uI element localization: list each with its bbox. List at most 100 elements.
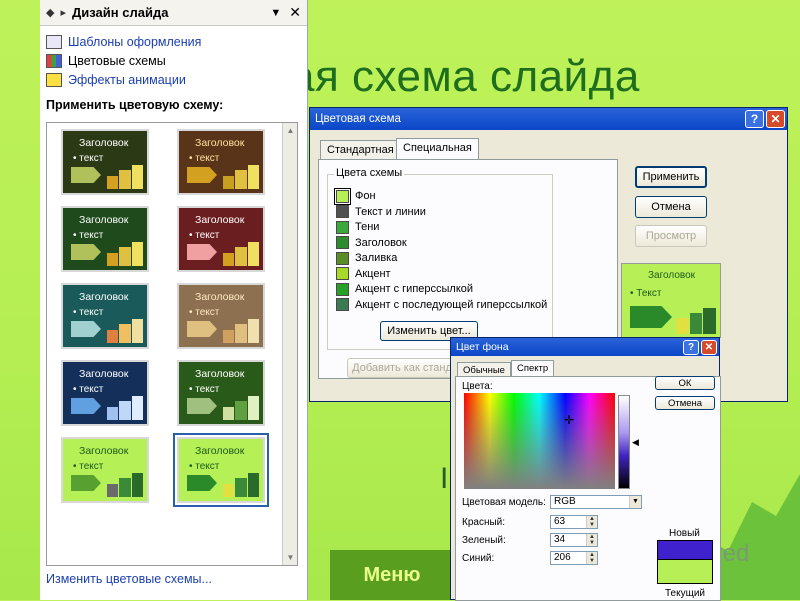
- edit-color-schemes-link[interactable]: Изменить цветовые схемы...: [46, 572, 212, 586]
- scheme-color-label: Акцент: [355, 267, 391, 280]
- menu-button[interactable]: Меню: [330, 550, 454, 600]
- scheme-color-item[interactable]: Текст и линии: [336, 205, 426, 219]
- scheme-color-item[interactable]: Заливка: [336, 251, 397, 265]
- dialog-titlebar: Цветовая схема ? ✕: [310, 108, 787, 130]
- taskpane-title: Дизайн слайда: [72, 5, 169, 20]
- spinner-icon[interactable]: ▲ ▼: [586, 516, 597, 528]
- swatch-heading: Заголовок: [79, 291, 129, 303]
- scrollbar[interactable]: ▲ ▼: [282, 123, 297, 565]
- color-scheme-swatch[interactable]: Заголовок • текст: [61, 206, 149, 272]
- swatch-bar: [235, 169, 247, 189]
- swatch-bar: [223, 483, 235, 497]
- blue-value: 206: [554, 552, 571, 563]
- scheme-color-item[interactable]: Фон: [334, 187, 376, 205]
- color-scheme-swatch[interactable]: Заголовок • текст: [61, 437, 149, 503]
- slide-text-fragment: I: [440, 462, 449, 495]
- scheme-preview: Заголовок • Текст: [621, 263, 721, 338]
- swatch-bar-chart: [223, 396, 259, 420]
- swatch-bar: [223, 406, 235, 420]
- close-icon[interactable]: ✕: [766, 110, 785, 128]
- blue-input[interactable]: 206 ▲ ▼: [550, 551, 598, 565]
- swatch-bar: [119, 477, 131, 497]
- swatch-text: • текст: [189, 384, 220, 395]
- luminance-slider[interactable]: [618, 395, 630, 489]
- tab-custom[interactable]: Специальная: [396, 138, 479, 160]
- link-animation-effects[interactable]: Эффекты анимации: [46, 70, 301, 89]
- swatch-bar-chart: [107, 473, 143, 497]
- preview-text: • Текст: [630, 288, 662, 299]
- new-color-label: Новый: [669, 528, 700, 539]
- scroll-up-icon[interactable]: ▲: [283, 123, 298, 138]
- swatch-bar: [119, 169, 131, 189]
- link-label: Эффекты анимации: [68, 72, 186, 87]
- blue-label: Синий:: [462, 553, 495, 564]
- link-design-templates[interactable]: Шаблоны оформления: [46, 32, 301, 51]
- red-input[interactable]: 63 ▲ ▼: [550, 515, 598, 529]
- swatch-heading: Заголовок: [79, 368, 129, 380]
- help-icon[interactable]: ?: [683, 339, 699, 355]
- swatch-heading: Заголовок: [195, 214, 245, 226]
- swatch-bar: [119, 400, 131, 420]
- swatch-text: • текст: [73, 153, 104, 164]
- dropdown-arrow-icon[interactable]: ▼: [270, 7, 281, 19]
- color-scheme-swatch[interactable]: Заголовок • текст: [61, 360, 149, 426]
- scroll-down-icon[interactable]: ▼: [283, 550, 298, 565]
- green-label: Зеленый:: [462, 535, 506, 546]
- color-scheme-swatch[interactable]: Заголовок • текст: [177, 283, 265, 349]
- swatch-text: • текст: [189, 461, 220, 472]
- color-swatch: [336, 267, 349, 280]
- apply-button[interactable]: Применить: [635, 166, 707, 188]
- preview-heading: Заголовок: [648, 270, 696, 281]
- spinner-icon[interactable]: ▲ ▼: [586, 534, 597, 546]
- swatch-bar-chart: [107, 396, 143, 420]
- slider-arrow-icon[interactable]: ◀: [632, 437, 639, 448]
- swatch-arrow-shape: [187, 244, 217, 260]
- color-scheme-swatch[interactable]: Заголовок • текст: [177, 360, 265, 426]
- add-as-standard-button[interactable]: Добавить как станд: [347, 358, 457, 378]
- cancel-button[interactable]: Отмена: [655, 396, 715, 410]
- scheme-color-label: Тени: [355, 221, 380, 233]
- colors-label: Цвета:: [462, 381, 493, 392]
- swatch-bar-chart: [107, 319, 143, 343]
- ok-button[interactable]: ОК: [655, 376, 715, 390]
- color-spectrum[interactable]: ✛: [464, 393, 615, 489]
- swatch-bar: [235, 400, 247, 420]
- scheme-color-item[interactable]: Акцент с последующей гиперссылкой: [336, 298, 547, 312]
- color-swatch: [336, 282, 349, 296]
- cancel-button[interactable]: Отмена: [635, 196, 707, 218]
- link-color-schemes[interactable]: Цветовые схемы: [46, 51, 301, 70]
- swatch-heading: Заголовок: [195, 368, 245, 380]
- group-title: Цвета схемы: [334, 167, 405, 179]
- swatch-bar: [247, 396, 259, 420]
- tab-standard[interactable]: Стандартная: [320, 140, 401, 160]
- scheme-color-item[interactable]: Акцент с гиперссылкой: [336, 282, 473, 296]
- swatch-bar: [247, 165, 259, 189]
- green-input[interactable]: 34 ▲ ▼: [550, 533, 598, 547]
- back-arrow-icon[interactable]: ◆: [46, 6, 54, 19]
- color-model-select[interactable]: RGB ▼: [550, 495, 642, 509]
- preview-button[interactable]: Просмотр: [635, 225, 707, 247]
- color-scheme-swatch[interactable]: Заголовок • текст: [173, 433, 269, 507]
- color-scheme-swatch[interactable]: Заголовок • текст: [177, 206, 265, 272]
- close-icon[interactable]: ✕: [701, 339, 717, 355]
- scheme-color-item[interactable]: Тени: [336, 220, 379, 234]
- spinner-icon[interactable]: ▲ ▼: [586, 552, 597, 564]
- color-scheme-swatch[interactable]: Заголовок • текст: [177, 129, 265, 195]
- swatch-bar: [235, 477, 247, 497]
- swatch-bar: [223, 329, 235, 343]
- scheme-color-item[interactable]: Акцент: [336, 267, 391, 281]
- swatch-bar: [107, 329, 119, 343]
- color-scheme-swatch[interactable]: Заголовок • текст: [61, 283, 149, 349]
- scheme-color-item[interactable]: Заголовок: [336, 236, 407, 250]
- forward-arrow-icon[interactable]: ▸: [60, 6, 66, 19]
- swatch-bar: [131, 165, 143, 189]
- color-swatch: [336, 205, 349, 218]
- chevron-down-icon[interactable]: ▼: [629, 496, 641, 508]
- color-scheme-swatch[interactable]: Заголовок • текст: [61, 129, 149, 195]
- swatch-arrow-shape: [187, 398, 217, 414]
- swatch-bar: [107, 175, 119, 189]
- swatch-bar: [107, 406, 119, 420]
- help-icon[interactable]: ?: [745, 110, 764, 128]
- swatch-bar: [119, 246, 131, 266]
- close-icon[interactable]: ✕: [289, 4, 301, 21]
